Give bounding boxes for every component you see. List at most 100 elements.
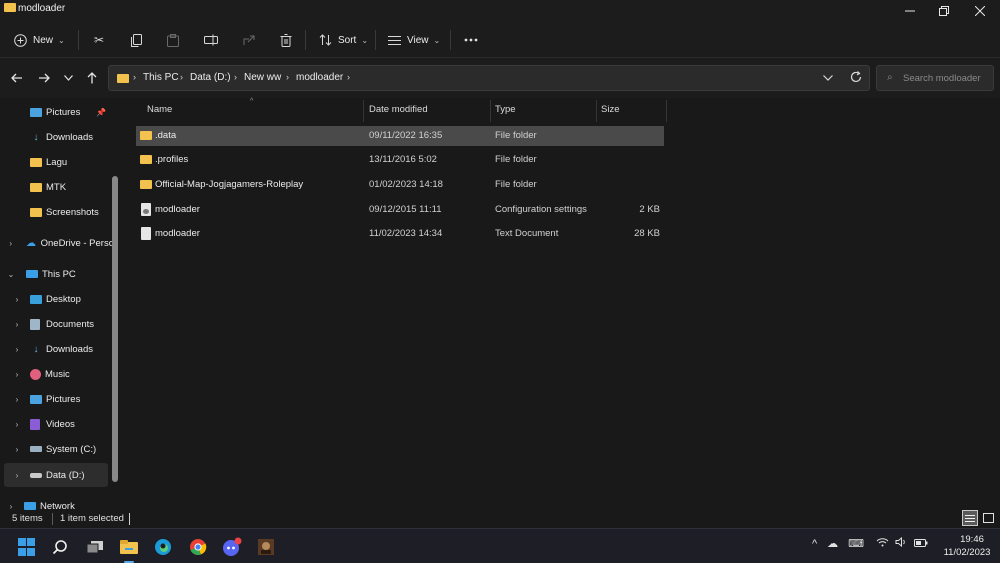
rename-button[interactable] [203,32,219,48]
sidebar-item-label: Documents [46,318,95,330]
divider [305,30,306,50]
address-bar[interactable]: › This PC › Data (D:) › New ww › modload… [108,65,870,91]
details-view-button[interactable] [962,510,978,526]
share-button[interactable] [241,32,257,48]
sidebar-item-onedrive[interactable]: › ☁ OneDrive - Perso [0,231,114,255]
column-header-size[interactable]: Size [601,104,619,120]
table-row[interactable]: Official-Map-Jogjagamers-Roleplay 01/02/… [136,175,664,195]
sidebar-item-pictures[interactable]: › Pictures [0,387,114,411]
sidebar-item-mtk[interactable]: MTK [0,175,114,199]
sidebar-item-videos[interactable]: › Videos [0,412,114,436]
breadcrumb-new-ww[interactable]: New ww [244,72,281,83]
chevron-right-icon: › [133,72,136,82]
chevron-up-icon[interactable]: ^ [812,538,817,550]
large-icons-view-button[interactable] [980,510,996,526]
discord-taskbar-button[interactable] [219,534,245,560]
up-button[interactable] [84,70,100,86]
column-header-type[interactable]: Type [495,104,516,120]
clock-time[interactable]: 19:46 [950,534,994,545]
file-date: 09/12/2015 11:11 [369,204,442,215]
forward-button[interactable] [36,70,52,86]
keyboard-icon[interactable]: ⌨ [848,537,864,550]
close-button[interactable] [963,0,997,22]
column-divider[interactable] [666,100,667,122]
breadcrumb-modloader[interactable]: modloader [296,72,343,83]
search-input[interactable] [903,69,991,87]
sidebar-item-label: Screenshots [46,206,99,218]
sidebar-item-downloads[interactable]: › ↓ Downloads [0,337,114,361]
sidebar-item-label: Pictures [46,393,81,405]
sidebar-item-label: This PC [42,268,76,280]
navigation-bar: › This PC › Data (D:) › New ww › modload… [0,58,1000,98]
taskbar: ^ ☁ ⌨ 19:46 11/02/2023 [0,528,1000,563]
breadcrumb-this-pc[interactable]: This PC [143,72,179,83]
recent-locations-button[interactable] [60,70,76,86]
volume-icon[interactable] [895,536,908,550]
sidebar-item-pictures-quick[interactable]: Pictures 📌 [0,100,114,124]
sidebar-item-this-pc[interactable]: ⌄ This PC [0,262,114,286]
cut-button[interactable]: ✂ [91,32,107,48]
task-view-button[interactable] [82,534,108,560]
edge-taskbar-button[interactable] [150,534,176,560]
documents-icon [30,318,40,330]
refresh-button[interactable] [850,71,862,86]
sidebar-item-downloads-quick[interactable]: ↓ Downloads [0,125,114,149]
chevron-right-icon: › [347,72,350,82]
sidebar-item-network[interactable]: › Network [0,494,114,510]
sidebar-item-screenshots[interactable]: Screenshots [0,200,114,224]
game-app-icon [258,539,274,555]
sidebar-item-lagu[interactable]: Lagu [0,150,114,174]
file-type: File folder [495,130,537,141]
sidebar-item-label: Pictures [46,106,81,118]
column-header-name[interactable]: Name [147,104,172,120]
copy-button[interactable] [128,32,144,48]
cloud-icon[interactable]: ☁ [827,537,838,550]
file-explorer-taskbar-button[interactable] [116,534,142,563]
trash-icon [280,33,292,47]
sidebar-item-data-d[interactable]: › Data (D:) [4,463,108,487]
chrome-taskbar-button[interactable] [185,534,211,560]
sort-icon [319,34,332,46]
search-taskbar-button[interactable] [47,534,73,560]
paste-button[interactable] [165,32,181,48]
file-name: Official-Map-Jogjagamers-Roleplay [155,179,304,190]
table-row[interactable]: .data 09/11/2022 16:35 File folder [136,126,664,146]
view-button[interactable]: View ⌄ [388,30,440,50]
more-options-button[interactable] [463,32,479,48]
game-taskbar-button[interactable] [253,534,279,560]
column-header-date[interactable]: Date modified [369,104,428,120]
sidebar-item-desktop[interactable]: › Desktop [0,287,114,311]
column-divider[interactable] [490,100,491,122]
chevron-right-icon: › [180,72,183,82]
file-date: 11/02/2023 14:34 [369,228,443,239]
sidebar-item-system-c[interactable]: › System (C:) [0,437,114,461]
chevron-down-icon: ⌄ [433,35,441,45]
delete-button[interactable] [278,32,294,48]
minimize-button[interactable] [893,0,927,22]
sort-button[interactable]: Sort ⌄ [319,30,368,50]
column-divider[interactable] [596,100,597,122]
file-date: 13/11/2016 5:02 [369,154,437,165]
sidebar-item-documents[interactable]: › Documents [0,312,114,336]
table-row[interactable]: modloader 09/12/2015 11:11 Configuration… [136,200,664,220]
breadcrumb-data-drive[interactable]: Data (D:) [190,72,231,83]
start-button[interactable] [13,534,39,560]
sidebar-item-label: OneDrive - Perso [40,237,114,249]
table-row[interactable]: modloader 11/02/2023 14:34 Text Document… [136,224,664,244]
address-history-button[interactable] [823,73,833,84]
wifi-icon[interactable] [876,537,889,550]
chevron-right-icon: › [15,394,19,404]
file-name: modloader [155,228,200,239]
system-tray: ^ ☁ ⌨ [812,536,928,550]
battery-icon[interactable] [914,538,928,550]
sidebar-item-music[interactable]: › Music [0,362,114,386]
column-divider[interactable] [363,100,364,122]
table-row[interactable]: .profiles 13/11/2016 5:02 File folder [136,150,664,170]
new-button[interactable]: New ⌄ [14,30,65,50]
restore-button[interactable] [927,0,961,22]
sidebar-scrollbar[interactable] [112,176,118,482]
back-button[interactable] [9,70,25,86]
search-box[interactable]: ⌕ [876,65,994,91]
clock-date[interactable]: 11/02/2023 [940,547,994,558]
chevron-right-icon: › [286,72,289,82]
